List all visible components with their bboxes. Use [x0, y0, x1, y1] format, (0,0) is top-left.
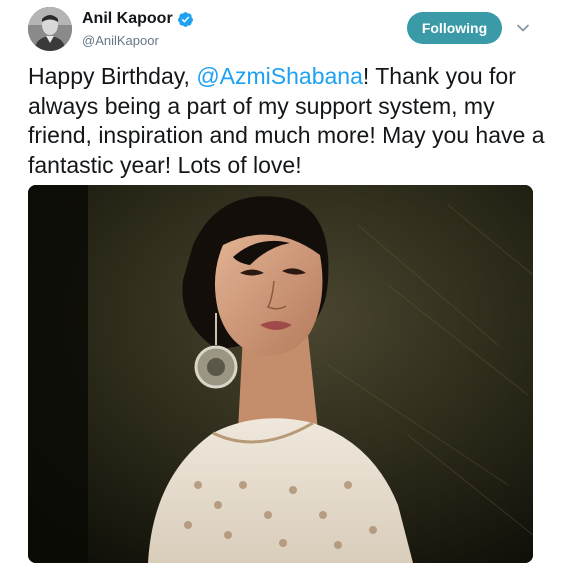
chevron-down-icon[interactable]	[515, 20, 531, 36]
following-button[interactable]: Following	[407, 12, 502, 44]
tweet-photo[interactable]	[28, 185, 533, 563]
tweet-text-part: Happy Birthday,	[28, 63, 197, 89]
tweet-card: Anil Kapoor @AnilKapoor Following Happy …	[0, 0, 566, 568]
author-info: Anil Kapoor @AnilKapoor	[82, 9, 194, 48]
display-name-row: Anil Kapoor	[82, 9, 194, 29]
verified-badge-icon	[177, 11, 193, 27]
portrait-photo	[28, 185, 533, 563]
mention-link[interactable]: @AzmiShabana	[196, 63, 363, 89]
profile-photo-icon	[28, 7, 72, 51]
tweet-text: Happy Birthday, @AzmiShabana! Thank you …	[28, 62, 548, 180]
author-handle[interactable]: @AnilKapoor	[82, 33, 194, 48]
author-avatar[interactable]	[28, 7, 72, 51]
author-display-name[interactable]: Anil Kapoor	[82, 10, 173, 28]
